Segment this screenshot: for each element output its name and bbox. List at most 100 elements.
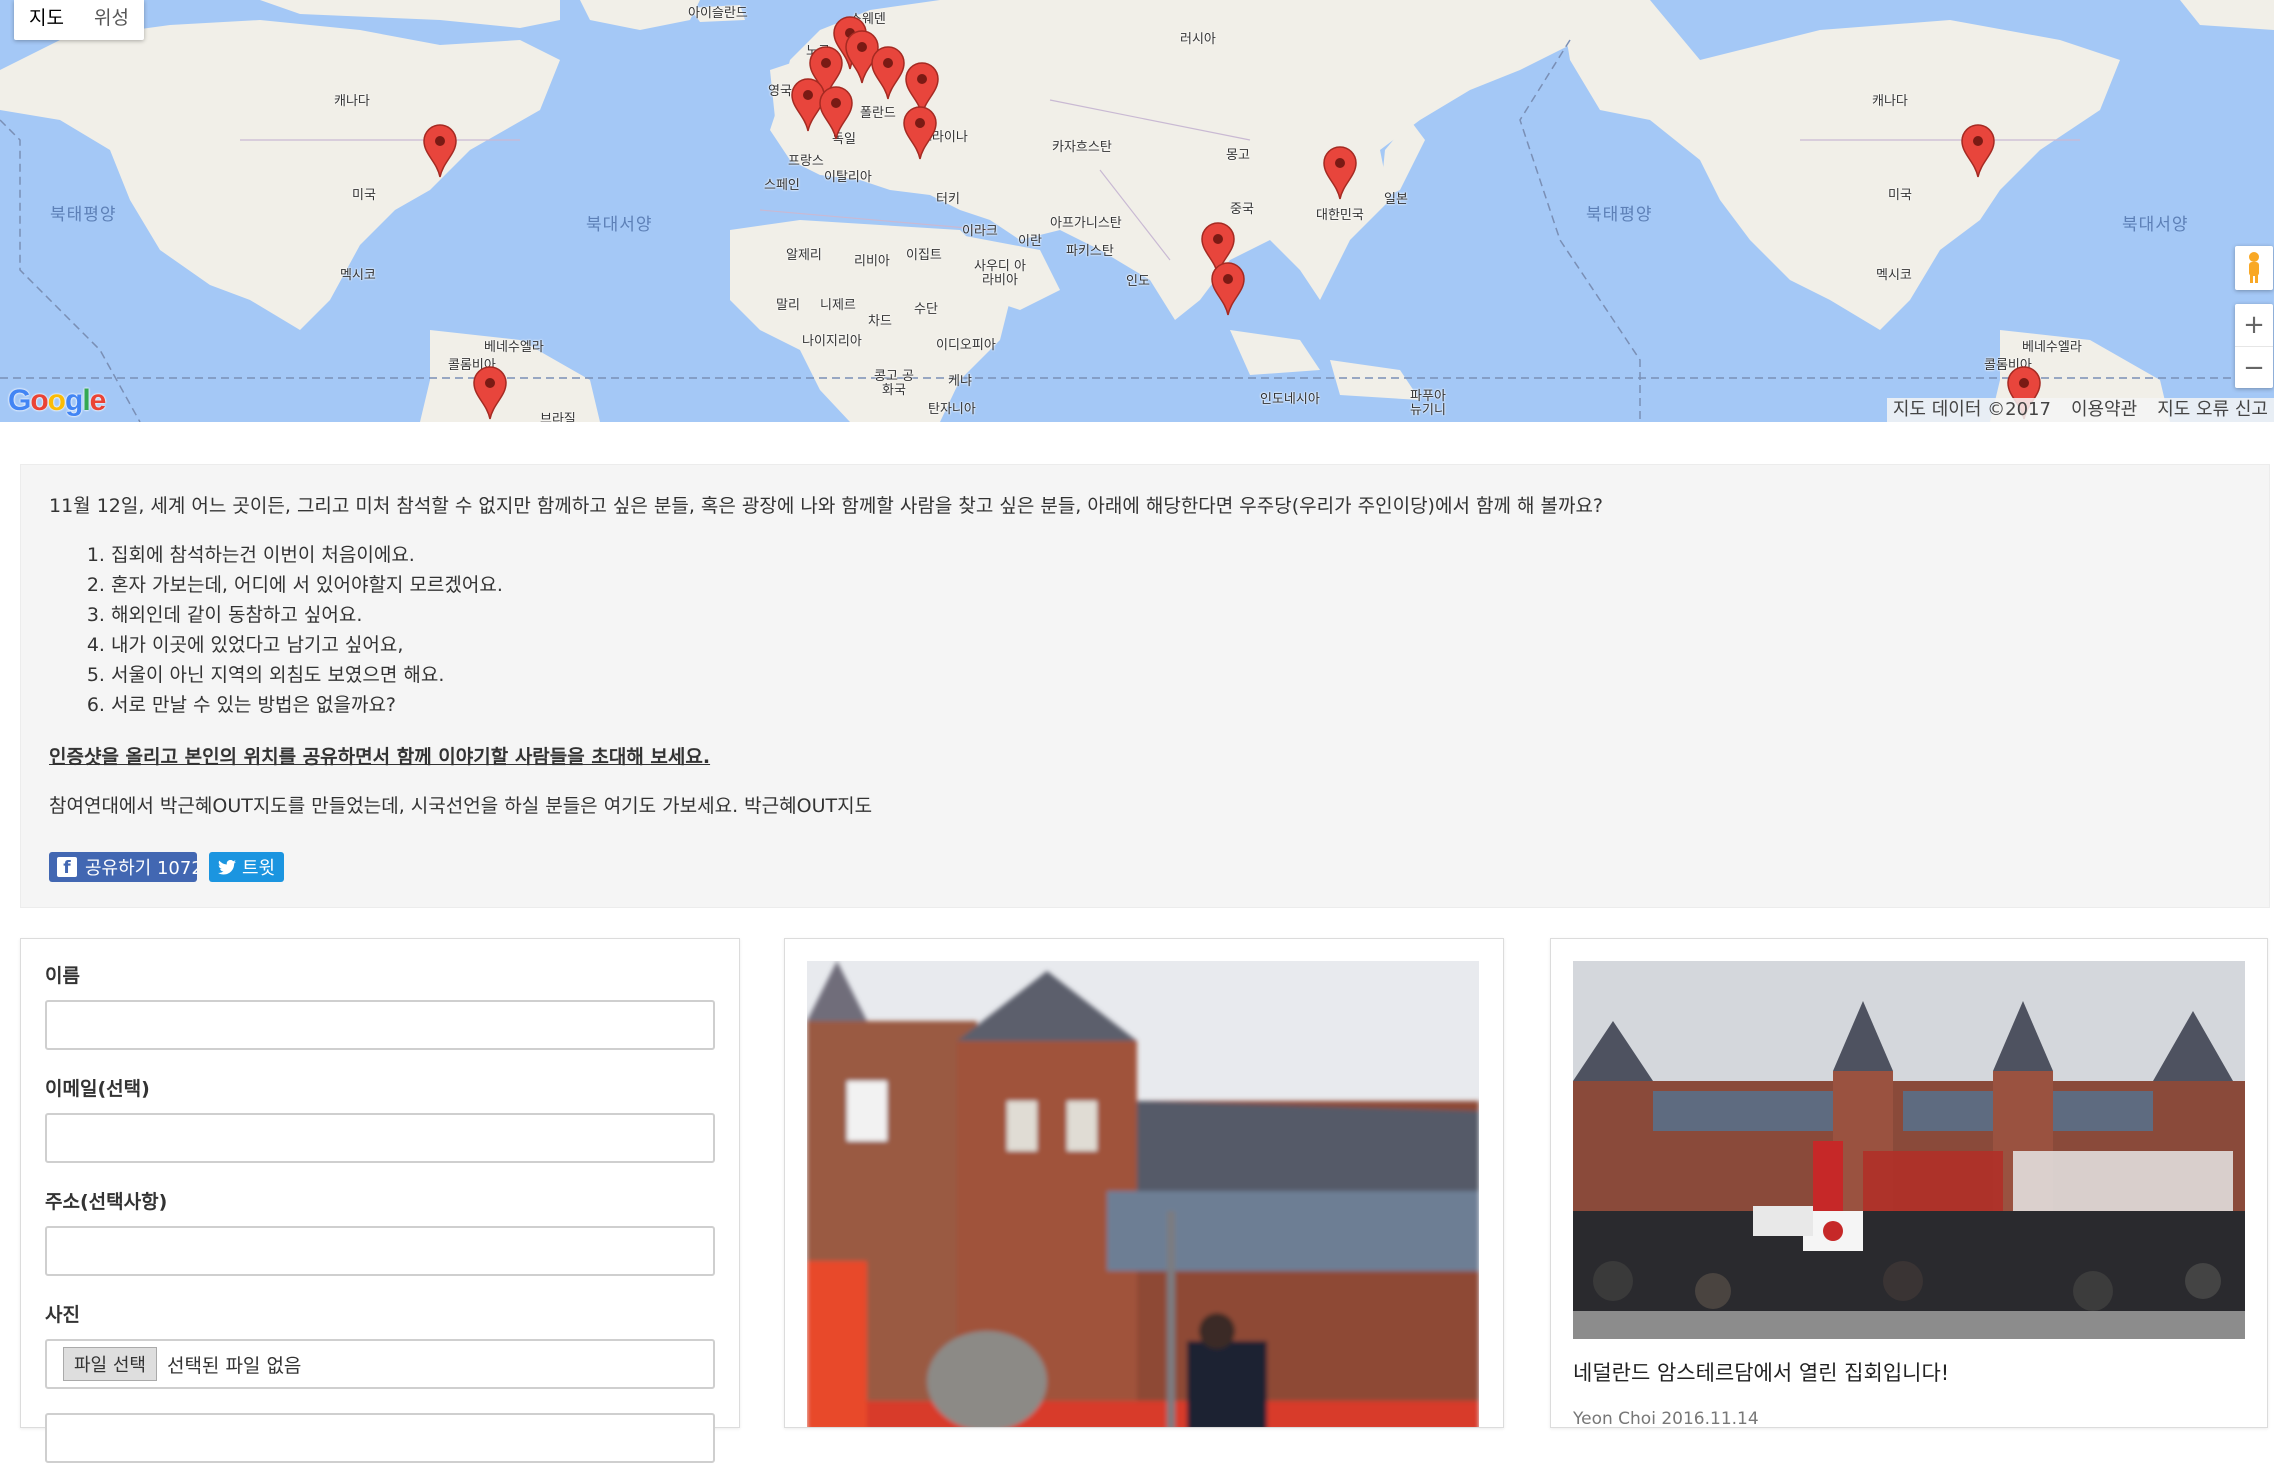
intro-list: 집회에 참석하는건 이번이 처음이에요. 혼자 가보는데, 어디에 서 있어야할…	[111, 540, 2241, 720]
map-attribution: 지도 데이터 ©2017 이용약관 지도 오류 신고	[1886, 398, 2274, 422]
zoom-out-button[interactable]: −	[2235, 346, 2273, 388]
intro-panel: 11월 12일, 세계 어느 곳이든, 그리고 미처 참석할 수 없지만 함께하…	[20, 464, 2270, 908]
map-country-label: 미국	[352, 188, 376, 203]
world-map[interactable]: 아이슬란드 스웨덴 노르 러시아 캐나다 영국 폴란드 독일 우크라이나 카자흐…	[0, 0, 2274, 422]
map-country-label: 캐나다	[334, 94, 370, 109]
map-country-label: 미국	[1888, 188, 1912, 203]
map-marker-pin-icon[interactable]	[819, 86, 853, 140]
map-country-label: 영국	[768, 84, 792, 99]
map-ocean-label: 북태평양	[1586, 205, 1653, 225]
map-country-label: 콩고 공화국	[873, 369, 914, 398]
map-marker-pin-icon[interactable]	[903, 106, 937, 160]
map-marker-pin-icon[interactable]	[473, 366, 507, 420]
map-country-label: 리비아	[854, 254, 890, 269]
name-label: 이름	[45, 965, 80, 987]
list-item: 해외인데 같이 동참하고 싶어요.	[111, 600, 2241, 630]
name-input[interactable]	[45, 1000, 715, 1050]
address-input[interactable]	[45, 1226, 715, 1276]
zoom-in-button[interactable]: +	[2235, 304, 2273, 346]
map-country-label: 터키	[936, 192, 960, 207]
map-country-label: 이란	[1018, 234, 1042, 249]
map-country-label: 탄자니아	[928, 402, 976, 417]
zoom-control: + −	[2235, 304, 2273, 388]
map-country-label: 케냐	[948, 374, 972, 389]
map-marker-pin-icon[interactable]	[1323, 146, 1357, 200]
post-photo-image	[1573, 961, 2245, 1339]
email-label: 이메일(선택)	[45, 1078, 150, 1100]
post-caption: 네덜란드 암스테르담에서 열린 집회입니다!	[1573, 1361, 1950, 1385]
intro-note: 참여연대에서 박근혜OUT지도를 만들었는데, 시국선언을 하실 분들은 여기도…	[49, 795, 873, 817]
map-country-label: 이탈리아	[824, 170, 872, 185]
photo-label: 사진	[45, 1304, 80, 1326]
post-photo[interactable]	[1573, 961, 2245, 1339]
map-country-label: 나이지리아	[802, 334, 862, 349]
map-country-label: 이집트	[906, 248, 942, 263]
map-country-label: 캐나다	[1872, 94, 1908, 109]
address-label: 주소(선택사항)	[45, 1191, 168, 1213]
facebook-share-button[interactable]: f 공유하기 1072	[49, 852, 197, 882]
upload-form-card: 이름 이메일(선택) 주소(선택사항) 사진 파일 선택 선택된 파일 없음	[20, 938, 740, 1463]
photo-file-input[interactable]: 파일 선택 선택된 파일 없음	[45, 1339, 715, 1389]
map-country-label: 파푸아 뉴기니	[1410, 389, 1446, 418]
map-country-label: 대한민국	[1316, 208, 1364, 223]
map-country-label: 차드	[868, 314, 892, 329]
tweet-button[interactable]: 트윗	[209, 852, 285, 882]
intro-call-to-action: 인증샷을 올리고 본인의 위치를 공유하면서 함께 이야기할 사람들을 초대해 …	[49, 746, 711, 768]
map-country-label: 인도	[1126, 274, 1150, 289]
map-type-control: 지도 위성	[14, 0, 144, 40]
map-country-label: 브라질	[540, 412, 576, 422]
twitter-bird-icon	[218, 859, 236, 875]
map-country-label: 파키스탄	[1066, 244, 1114, 259]
email-input[interactable]	[45, 1113, 715, 1163]
map-ocean-label: 북태평양	[50, 205, 117, 225]
map-type-satellite-button[interactable]: 위성	[79, 0, 144, 40]
map-country-label: 일본	[1384, 192, 1408, 207]
map-country-label: 중국	[1230, 202, 1254, 217]
file-select-button[interactable]: 파일 선택	[63, 1347, 157, 1381]
map-country-label: 말리	[776, 298, 800, 313]
report-error-link[interactable]: 지도 오류 신고	[2157, 398, 2268, 422]
intro-lead-text: 11월 12일, 세계 어느 곳이든, 그리고 미처 참석할 수 없지만 함께하…	[49, 495, 1604, 517]
street-view-pegman-icon[interactable]	[2235, 246, 2273, 290]
map-country-label: 니제르	[820, 298, 856, 313]
map-marker-pin-icon[interactable]	[423, 124, 457, 178]
map-marker-pin-icon[interactable]	[871, 46, 905, 100]
map-country-label: 프랑스	[788, 154, 824, 169]
google-logo: Google	[8, 384, 106, 417]
map-country-label: 알제리	[786, 248, 822, 263]
tweet-label: 트윗	[242, 858, 276, 879]
map-country-label: 인도네시아	[1260, 392, 1320, 407]
map-country-label: 수단	[914, 302, 938, 317]
post-photo[interactable]	[807, 961, 1479, 1427]
map-country-label: 스페인	[764, 178, 800, 193]
map-marker-pin-icon[interactable]	[1211, 262, 1245, 316]
map-country-label: 멕시코	[340, 268, 376, 283]
map-country-label: 사우디 아라비아	[974, 259, 1026, 288]
post-card[interactable]	[784, 938, 1504, 1428]
facebook-icon: f	[57, 857, 77, 878]
map-country-label: 이디오피아	[936, 338, 996, 353]
map-country-label: 아이슬란드	[688, 6, 748, 21]
map-marker-pin-icon[interactable]	[1961, 124, 1995, 178]
post-card[interactable]: 네덜란드 암스테르담에서 열린 집회입니다! Yeon Choi 2016.11…	[1550, 938, 2268, 1428]
file-status-text: 선택된 파일 없음	[166, 1354, 302, 1377]
map-country-label: 베네수엘라	[2022, 340, 2082, 355]
map-country-label: 아프가니스탄	[1050, 216, 1122, 231]
map-country-label: 카자흐스탄	[1052, 140, 1112, 155]
post-meta: Yeon Choi 2016.11.14	[1573, 1409, 1759, 1428]
list-item: 서로 만날 수 있는 방법은 없을까요?	[111, 690, 2241, 720]
map-ocean-label: 북대서양	[2122, 215, 2189, 235]
map-data-credit: 지도 데이터 ©2017	[1892, 399, 2051, 420]
map-land-layer	[0, 0, 2274, 422]
post-photo-image	[807, 961, 1479, 1427]
map-type-map-button[interactable]: 지도	[14, 0, 79, 40]
list-item: 집회에 참석하는건 이번이 처음이에요.	[111, 540, 2241, 570]
next-field[interactable]	[45, 1413, 715, 1463]
map-country-label: 폴란드	[860, 106, 896, 121]
map-country-label: 멕시코	[1876, 268, 1912, 283]
list-item: 혼자 가보는데, 어디에 서 있어야할지 모르겠어요.	[111, 570, 2241, 600]
facebook-share-label: 공유하기 1072	[85, 858, 197, 879]
list-item: 내가 이곳에 있었다고 남기고 싶어요,	[111, 630, 2241, 660]
terms-link[interactable]: 이용약관	[2071, 398, 2137, 422]
list-item: 서울이 아닌 지역의 외침도 보였으면 해요.	[111, 660, 2241, 690]
